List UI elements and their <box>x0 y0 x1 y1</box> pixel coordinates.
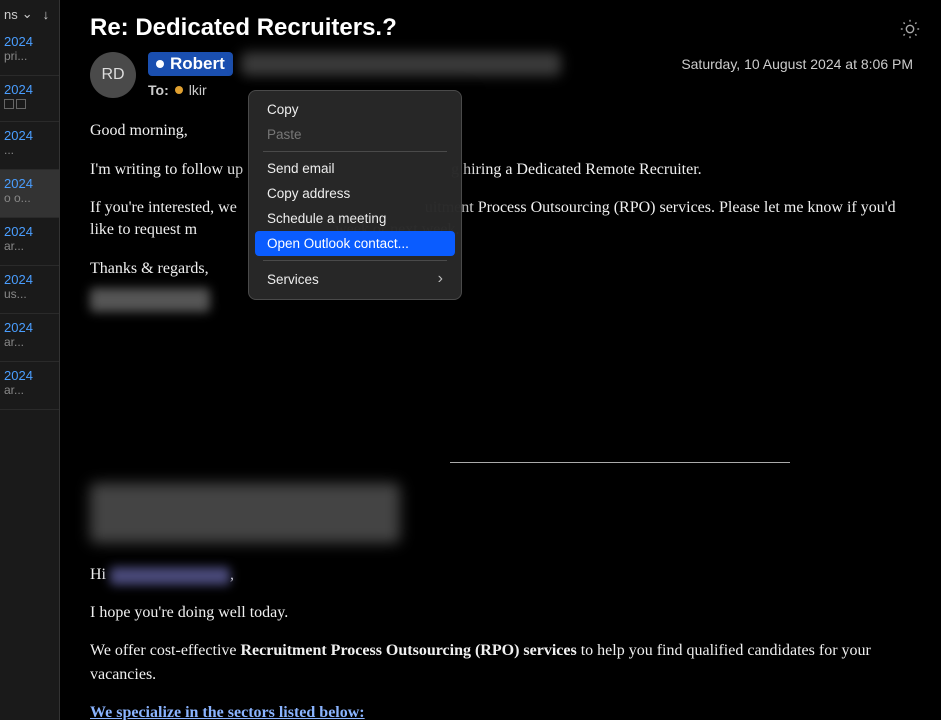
sender-name-chip[interactable]: Robert <box>148 52 233 76</box>
redacted-name <box>110 567 230 585</box>
menu-item-open-outlook-contact[interactable]: Open Outlook contact... <box>255 231 455 256</box>
sidebar-sub: ar... <box>4 383 55 397</box>
chevron-down-icon: ⌄ <box>22 6 33 22</box>
menu-item-copy-address[interactable]: Copy address <box>255 181 455 206</box>
sidebar-year: 2024 <box>4 34 55 49</box>
sender-name-text: Robert <box>170 54 225 74</box>
quoted-email-body: Hi , I hope you're doing well today. We … <box>90 563 913 720</box>
sidebar-year: 2024 <box>4 128 55 143</box>
body-p2: If you're interested, we uitment Process… <box>90 197 913 242</box>
redacted-quoted-header <box>90 483 400 543</box>
sidebar-item[interactable]: 2024... <box>0 122 59 170</box>
body-p1: I'm writing to follow up g hiring a Dedi… <box>90 159 913 181</box>
context-menu: CopyPaste Send emailCopy addressSchedule … <box>248 90 462 300</box>
to-label: To: <box>148 82 169 98</box>
menu-separator <box>263 260 447 261</box>
greeting: Good morning, <box>90 120 913 142</box>
specialize-link[interactable]: We specialize in the sectors listed belo… <box>90 704 365 720</box>
quoted-p2: We offer cost-effective Recruitment Proc… <box>90 639 913 687</box>
email-header: RD Robert To: lkir Saturday, 10 August 2… <box>90 52 913 98</box>
sender-avatar[interactable]: RD <box>90 52 136 98</box>
sidebar-year: 2024 <box>4 320 55 335</box>
sidebar-year: 2024 <box>4 368 55 383</box>
signoff: Thanks & regards, <box>90 258 913 280</box>
sidebar-mini-icons <box>4 99 55 109</box>
sidebar-item[interactable]: 2024pri... <box>0 28 59 76</box>
quoted-p1: I hope you're doing well today. <box>90 601 913 625</box>
menu-item-send-email[interactable]: Send email <box>255 156 455 181</box>
recipient-name: lkir <box>189 82 207 98</box>
quoted-separator <box>450 462 790 463</box>
email-subject: Re: Dedicated Recruiters.? <box>90 0 913 52</box>
redacted-sender <box>241 52 561 76</box>
sidebar-sub: pri... <box>4 49 55 63</box>
chevron-right-icon <box>438 270 443 288</box>
sidebar-year: 2024 <box>4 176 55 191</box>
sidebar-sub: ... <box>4 143 55 157</box>
menu-item-copy[interactable]: Copy <box>255 97 455 122</box>
arrow-down-icon: ↓ <box>43 7 50 22</box>
redacted-signature <box>90 288 210 312</box>
sidebar-year: 2024 <box>4 82 55 97</box>
sidebar-item[interactable]: 2024ar... <box>0 218 59 266</box>
sidebar-sub: us... <box>4 287 55 301</box>
theme-toggle-icon[interactable] <box>899 18 921 40</box>
menu-item-services[interactable]: Services <box>255 265 455 293</box>
sidebar-sub: ar... <box>4 335 55 349</box>
sidebar-header-label: ns <box>4 7 18 22</box>
presence-dot-icon <box>156 60 164 68</box>
sidebar-item[interactable]: 2024 <box>0 76 59 122</box>
sidebar: ns ⌄ ↓ 2024pri...20242024...2024o o...20… <box>0 0 60 720</box>
sidebar-year: 2024 <box>4 272 55 287</box>
quoted-greeting: Hi , <box>90 563 913 587</box>
sidebar-item[interactable]: 2024ar... <box>0 362 59 410</box>
email-reading-pane: Re: Dedicated Recruiters.? RD Robert To:… <box>62 0 941 720</box>
email-timestamp: Saturday, 10 August 2024 at 8:06 PM <box>681 56 913 72</box>
email-body: Good morning, I'm writing to follow up g… <box>90 120 913 312</box>
menu-item-paste: Paste <box>255 122 455 147</box>
sidebar-item[interactable]: 2024o o... <box>0 170 59 218</box>
sidebar-sub: ar... <box>4 239 55 253</box>
sidebar-item[interactable]: 2024us... <box>0 266 59 314</box>
sidebar-year: 2024 <box>4 224 55 239</box>
sidebar-sub: o o... <box>4 191 55 205</box>
menu-item-schedule-a-meeting[interactable]: Schedule a meeting <box>255 206 455 231</box>
sidebar-item[interactable]: 2024ar... <box>0 314 59 362</box>
sidebar-header[interactable]: ns ⌄ ↓ <box>0 0 59 28</box>
recipient-status-icon <box>175 86 183 94</box>
menu-separator <box>263 151 447 152</box>
